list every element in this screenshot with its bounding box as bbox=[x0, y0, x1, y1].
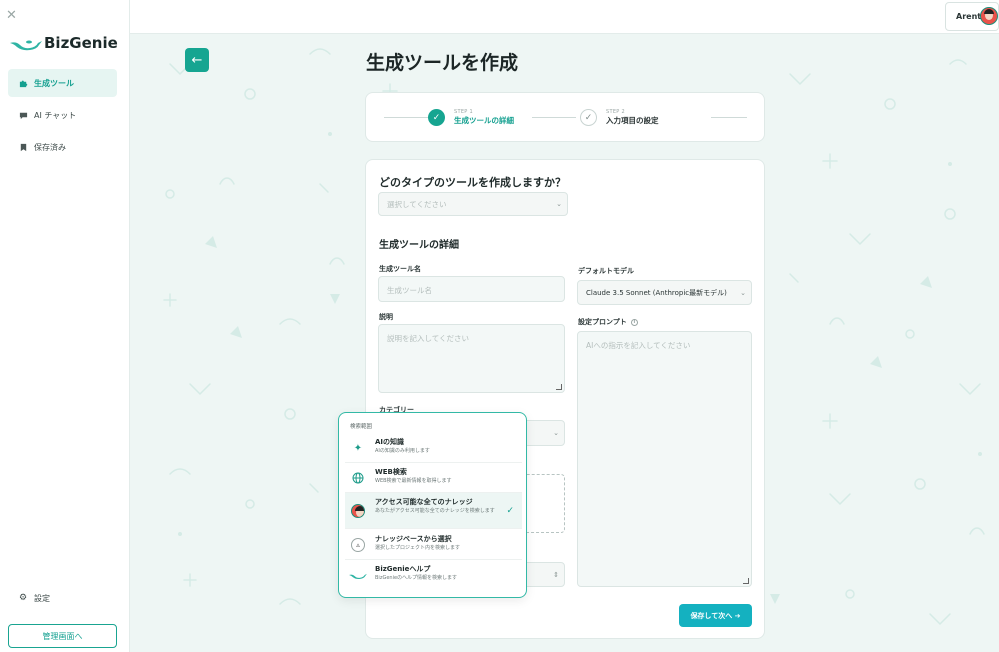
logo[interactable]: BizGenie bbox=[8, 34, 118, 52]
tool-type-question: どのタイプのツールを作成しますか？ bbox=[379, 176, 566, 189]
resize-handle-icon[interactable] bbox=[743, 578, 749, 584]
settings-label: 設定 bbox=[34, 593, 50, 603]
default-model-select[interactable]: Claude 3.5 Sonnet (Anthropic最新モデル) ⌄ bbox=[577, 280, 752, 305]
prompt-textarea[interactable]: AIへの指示を記入してください bbox=[577, 331, 752, 587]
tool-type-placeholder: 選択してください bbox=[387, 199, 447, 209]
back-button[interactable]: ← bbox=[185, 48, 209, 72]
option-description: 選択したプロジェクト内を検索します bbox=[375, 545, 461, 551]
genie-lamp-icon bbox=[10, 40, 42, 51]
page-title: 生成ツールを作成 bbox=[366, 52, 519, 74]
prompt-placeholder: AIへの指示を記入してください bbox=[586, 341, 691, 350]
top-bar: Arent bbox=[130, 0, 999, 34]
step-divider bbox=[384, 117, 428, 118]
avatar bbox=[980, 7, 998, 25]
chevron-down-icon: ⌄ bbox=[556, 200, 562, 208]
step-label: 生成ツールの詳細 bbox=[454, 116, 514, 125]
sidebar-item-settings[interactable]: ⚙ 設定 bbox=[8, 584, 117, 612]
scope-option-web-search[interactable]: WEB検索 WEB検索で最新情報を取得します bbox=[345, 463, 522, 493]
option-title: BizGenieヘルプ bbox=[375, 565, 431, 573]
search-scope-dropdown: 検索範囲 ✦ AIの知識 AIの知識のみ利用します WEB検索 WEB検索で最新… bbox=[338, 412, 527, 598]
save-button-label: 保存して次へ bbox=[690, 611, 733, 620]
gear-icon: ⚙ bbox=[18, 593, 28, 603]
step-1: STEP 1 生成ツールの詳細 bbox=[454, 109, 514, 126]
sidebar-item-label: AI チャット bbox=[34, 110, 77, 120]
option-description: BizGenieのヘルプ情報を検索します bbox=[375, 575, 458, 581]
scope-option-knowledge-base[interactable]: ▵ ナレッジベースから選択 選択したプロジェクト内を検索します bbox=[345, 530, 522, 560]
globe-icon bbox=[351, 471, 365, 485]
step-divider bbox=[711, 117, 747, 118]
tool-name-label: 生成ツール名 bbox=[379, 265, 421, 273]
knowledge-base-icon: ▵ bbox=[351, 538, 365, 552]
step-2: STEP 2 入力項目の設定 bbox=[606, 109, 659, 126]
close-icon[interactable]: ✕ bbox=[6, 8, 17, 23]
dropdown-header: 検索範囲 bbox=[350, 424, 373, 430]
option-description: WEB検索で最新情報を取得します bbox=[375, 478, 452, 484]
chevron-updown-icon: ⇕ bbox=[553, 570, 559, 579]
prompt-label: 設定プロンプト i bbox=[578, 317, 638, 327]
arrow-right-icon: ➔ bbox=[734, 611, 741, 620]
chat-bubble-icon bbox=[18, 110, 28, 120]
option-title: アクセス可能な全てのナレッジ bbox=[375, 498, 473, 506]
brand-name: BizGenie bbox=[44, 34, 118, 52]
sidebar-item-label: 保存済み bbox=[34, 142, 66, 152]
details-section-title: 生成ツールの詳細 bbox=[379, 240, 459, 251]
sparkle-icon: ✦ bbox=[353, 442, 363, 454]
avatar-icon bbox=[351, 504, 365, 518]
sidebar: ✕ BizGenie 生成ツール AI チャット 保存済み ⚙ 設定 管理画面へ bbox=[0, 0, 130, 652]
sidebar-item-ai-chat[interactable]: AI チャット bbox=[8, 101, 117, 129]
description-label: 説明 bbox=[379, 313, 393, 321]
check-icon: ✓ bbox=[580, 109, 597, 126]
default-model-label: デフォルトモデル bbox=[578, 267, 634, 275]
user-menu[interactable]: Arent bbox=[945, 2, 999, 31]
arrow-left-icon: ← bbox=[191, 52, 203, 68]
sidebar-item-generation-tools[interactable]: 生成ツール bbox=[8, 69, 117, 97]
sidebar-item-label: 生成ツール bbox=[34, 78, 74, 88]
admin-panel-button[interactable]: 管理画面へ bbox=[8, 624, 117, 648]
save-and-next-button[interactable]: 保存して次へ ➔ bbox=[679, 604, 752, 627]
scope-option-ai-knowledge[interactable]: ✦ AIの知識 AIの知識のみ利用します bbox=[345, 433, 522, 463]
option-description: AIの知識のみ利用します bbox=[375, 448, 430, 454]
tool-type-select[interactable]: 選択してください ⌄ bbox=[378, 192, 568, 216]
chevron-down-icon: ⌄ bbox=[740, 288, 746, 297]
resize-handle-icon[interactable] bbox=[556, 384, 562, 390]
default-model-value: Claude 3.5 Sonnet (Anthropic最新モデル) bbox=[586, 288, 727, 297]
stepper: ✓ STEP 1 生成ツールの詳細 ✓ STEP 2 入力項目の設定 bbox=[365, 92, 765, 142]
step-divider bbox=[532, 117, 576, 118]
description-placeholder: 説明を記入してください bbox=[387, 334, 470, 343]
option-title: ナレッジベースから選択 bbox=[375, 535, 452, 543]
user-name: Arent bbox=[956, 12, 982, 21]
tool-name-placeholder: 生成ツール名 bbox=[387, 286, 432, 295]
option-title: WEB検索 bbox=[375, 468, 407, 476]
puzzle-icon bbox=[18, 78, 28, 88]
info-icon[interactable]: i bbox=[630, 318, 638, 326]
tool-name-input[interactable]: 生成ツール名 bbox=[378, 276, 565, 302]
option-description: あなたがアクセス可能な全てのナレッジを検索します bbox=[375, 508, 495, 514]
scope-option-all-knowledge[interactable]: アクセス可能な全てのナレッジ あなたがアクセス可能な全てのナレッジを検索します … bbox=[345, 493, 522, 529]
genie-lamp-icon bbox=[348, 568, 368, 582]
check-icon: ✓ bbox=[428, 109, 445, 126]
description-textarea[interactable]: 説明を記入してください bbox=[378, 324, 565, 393]
check-icon: ✓ bbox=[506, 506, 514, 516]
bookmark-icon bbox=[18, 142, 28, 152]
scope-option-bizgenie-help[interactable]: BizGenieヘルプ BizGenieのヘルプ情報を検索します bbox=[345, 560, 522, 590]
option-title: AIの知識 bbox=[375, 438, 405, 446]
chevron-down-icon: ⌄ bbox=[553, 429, 559, 437]
sidebar-item-saved[interactable]: 保存済み bbox=[8, 133, 117, 161]
step-label: 入力項目の設定 bbox=[606, 116, 659, 125]
prompt-label-text: 設定プロンプト bbox=[578, 318, 627, 326]
